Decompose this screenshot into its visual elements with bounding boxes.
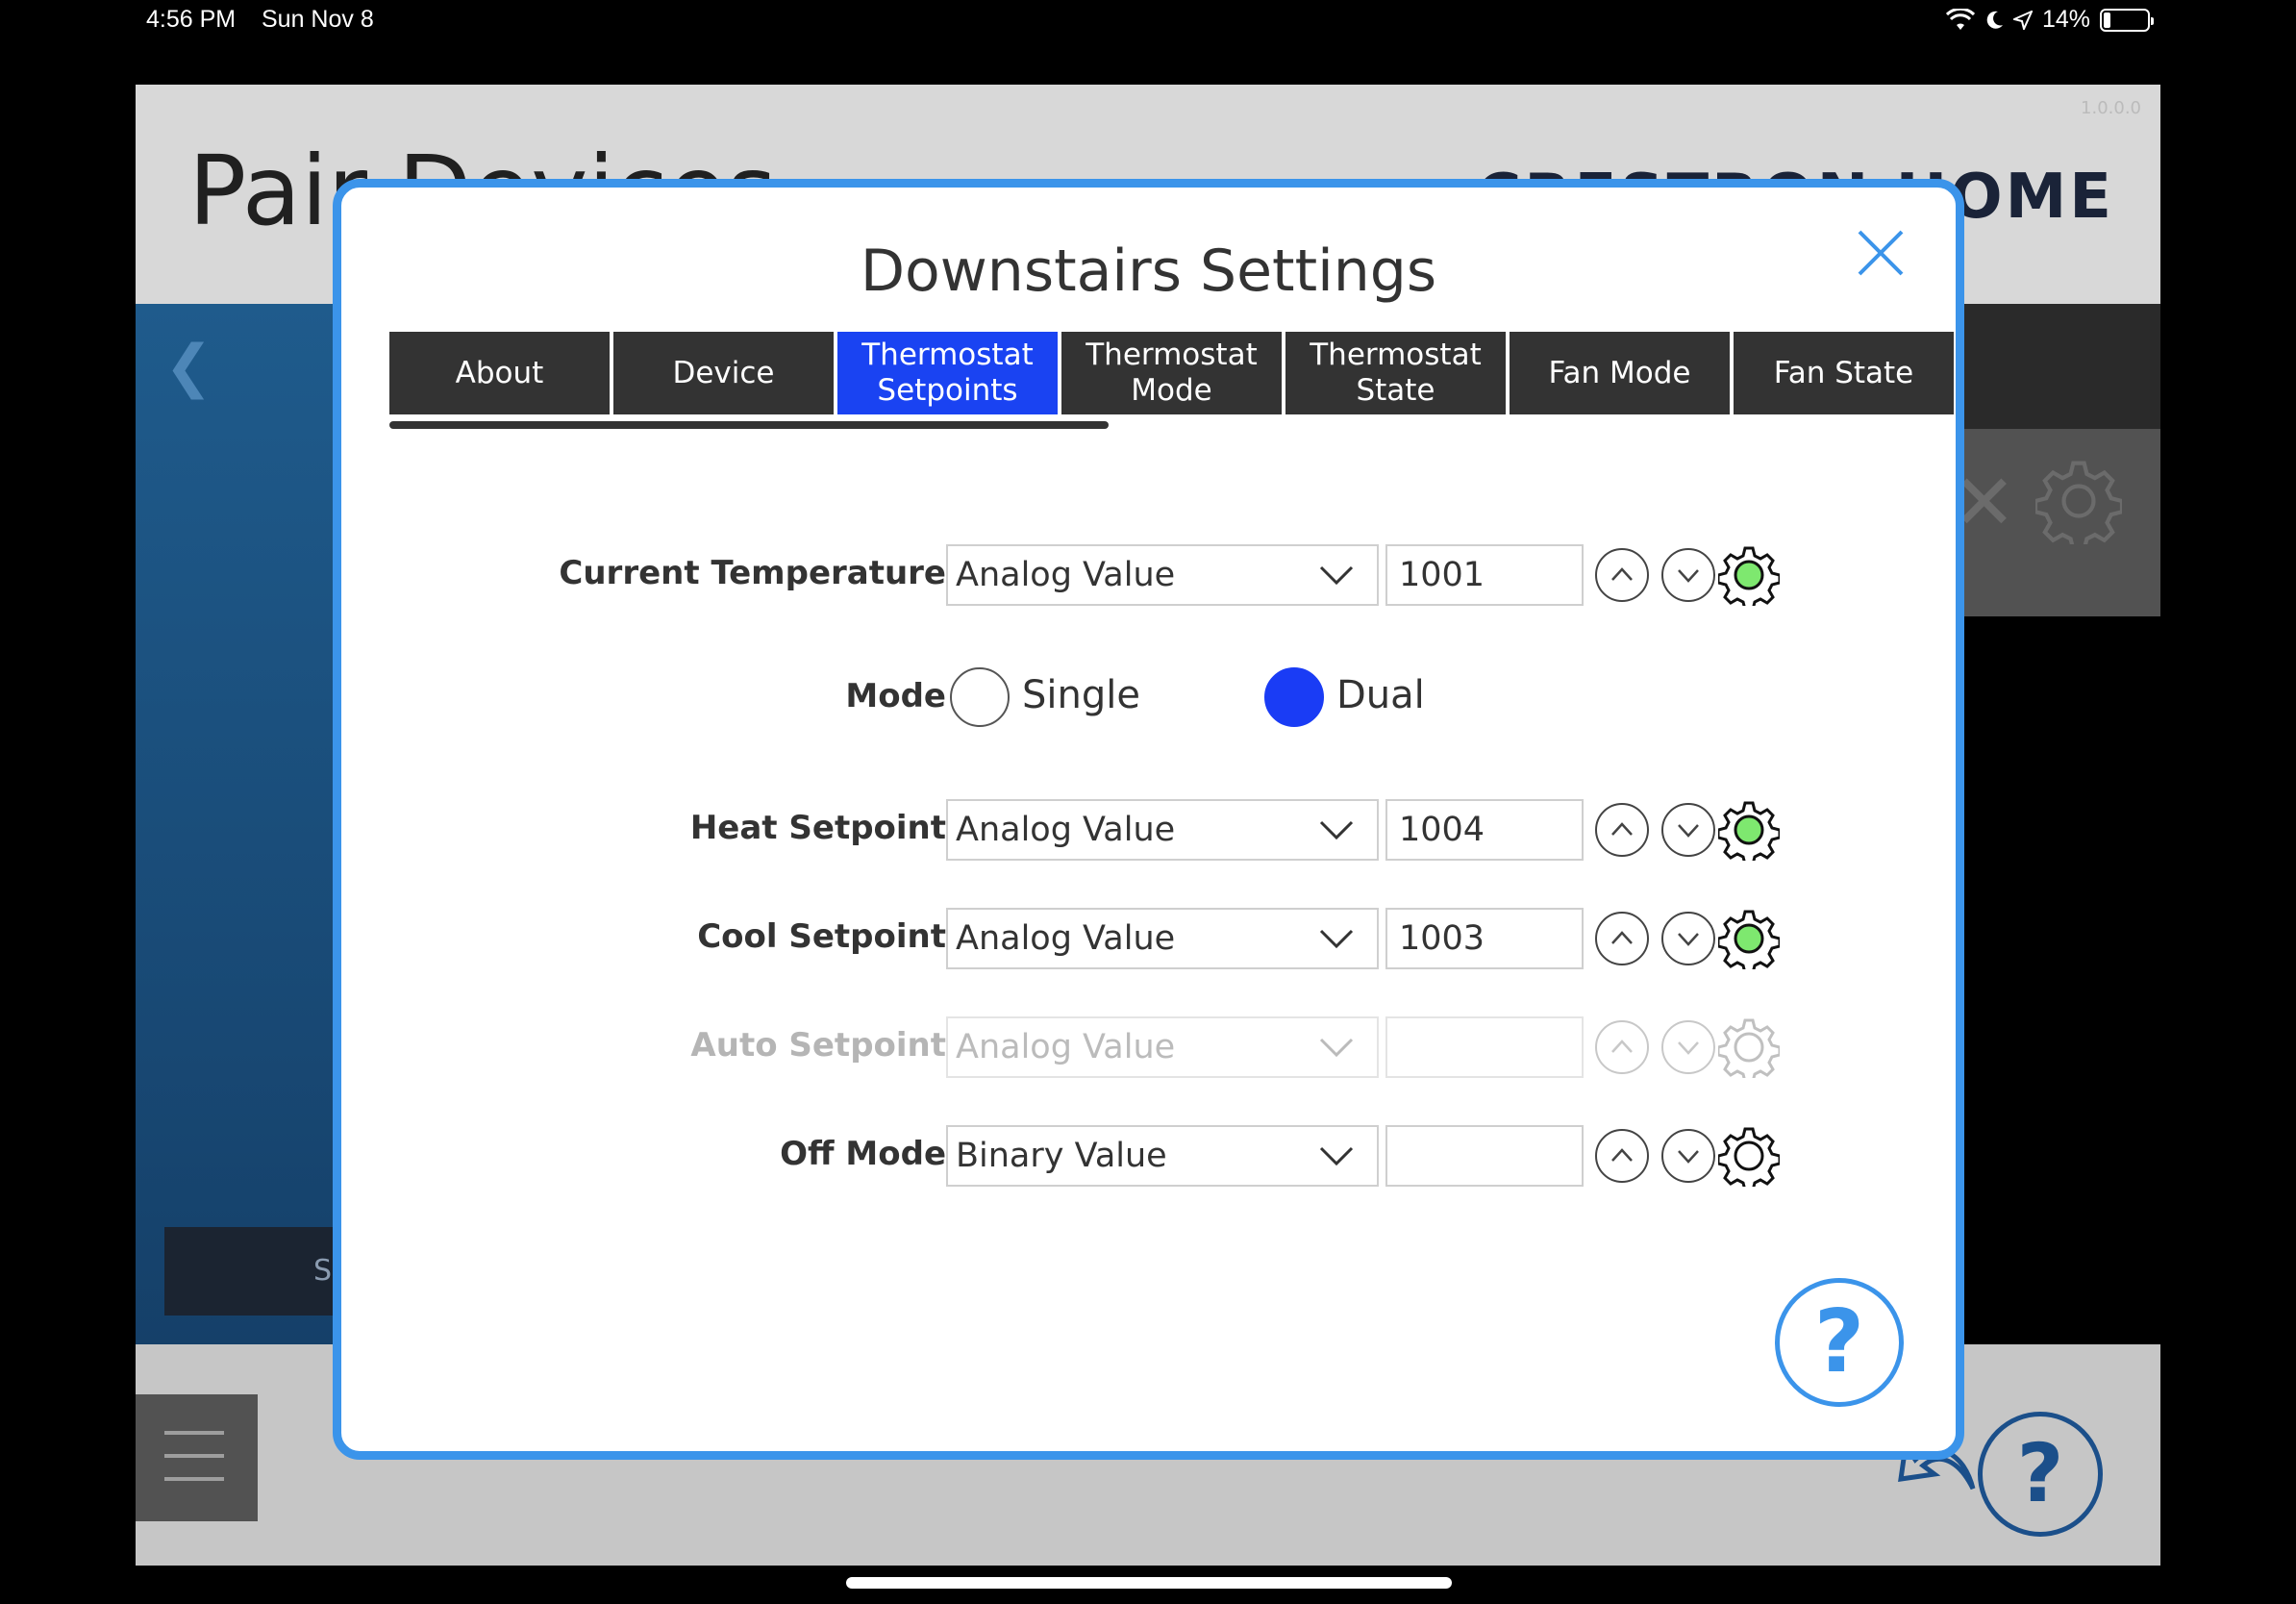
battery-percent: 14%	[2041, 6, 2090, 33]
tab-fan-state[interactable]: Fan State	[1734, 332, 1954, 414]
home-indicator[interactable]	[846, 1577, 1452, 1589]
radio-dual-label: Dual	[1336, 673, 1425, 717]
select-value: Analog Value	[956, 811, 1176, 849]
chevron-down-icon	[1319, 929, 1354, 949]
dialog-title: Downstairs Settings	[860, 238, 1437, 305]
tab-fan-mode[interactable]: Fan Mode	[1510, 332, 1730, 414]
app-version: 1.0.0.0	[2081, 98, 2141, 118]
gear-icon	[1718, 1018, 1780, 1078]
decrement-icon	[1661, 1020, 1715, 1074]
settings-dialog: Downstairs Settings About Device Thermos…	[333, 179, 1964, 1460]
tab-thermostat-mode[interactable]: Thermostat Mode	[1061, 332, 1282, 414]
chevron-down-icon	[1319, 1038, 1354, 1058]
close-icon[interactable]	[1854, 226, 1908, 280]
row-auto-setpoint: Auto Setpoint Analog Value	[341, 1016, 1956, 1078]
status-indicators: 14%	[1945, 6, 2154, 34]
decrement-icon[interactable]	[1660, 801, 1717, 859]
row-label: Auto Setpoint	[690, 1026, 946, 1065]
type-select[interactable]: Analog Value	[946, 799, 1379, 861]
gear-icon[interactable]	[1718, 799, 1780, 861]
gear-icon[interactable]	[1718, 1125, 1780, 1187]
type-select[interactable]: Analog Value	[946, 908, 1379, 969]
radio-dual[interactable]	[1264, 667, 1324, 727]
decrement-icon[interactable]	[1660, 910, 1717, 967]
tab-about[interactable]: About	[389, 332, 610, 414]
status-bar: 4:56 PM Sun Nov 8 14%	[0, 0, 2296, 40]
row-mode: Mode Single Dual	[341, 667, 1956, 729]
instance-input[interactable]: 1003	[1385, 908, 1584, 969]
wifi-icon	[1945, 8, 1975, 30]
location-icon	[2012, 10, 2033, 30]
tab-device[interactable]: Device	[613, 332, 834, 414]
battery-icon	[2100, 8, 2154, 32]
gear-icon[interactable]	[1718, 908, 1780, 969]
instance-input	[1385, 1016, 1584, 1078]
tab-thermostat-state[interactable]: Thermostat State	[1285, 332, 1506, 414]
moon-icon	[1986, 11, 2003, 29]
type-select[interactable]: Binary Value	[946, 1125, 1379, 1187]
chevron-down-icon	[1319, 1146, 1354, 1166]
decrement-icon[interactable]	[1660, 1127, 1717, 1185]
chevron-down-icon	[1319, 565, 1354, 586]
row-off-mode: Off Mode Binary Value	[341, 1125, 1956, 1187]
radio-single[interactable]	[950, 667, 1010, 727]
tab-bar: About Device Thermostat Setpoints Thermo…	[389, 332, 1954, 414]
decrement-icon[interactable]	[1660, 546, 1717, 604]
row-label: Off Mode	[780, 1135, 946, 1173]
mode-label: Mode	[845, 677, 946, 715]
row-heat-setpoint: Heat Setpoint Analog Value 1004	[341, 799, 1956, 861]
row-label: Cool Setpoint	[697, 917, 946, 956]
row-cool-setpoint: Cool Setpoint Analog Value 1003	[341, 908, 1956, 969]
increment-icon	[1595, 1020, 1649, 1074]
select-value: Analog Value	[956, 556, 1176, 594]
tab-scrollbar[interactable]	[389, 421, 1109, 429]
instance-input[interactable]	[1385, 1125, 1584, 1187]
increment-icon[interactable]	[1593, 801, 1651, 859]
type-select[interactable]: Analog Value	[946, 544, 1379, 606]
menu-icon[interactable]	[136, 1394, 258, 1521]
status-date: Sun Nov 8	[262, 6, 374, 33]
select-value: Binary Value	[956, 1137, 1167, 1175]
row-label: Heat Setpoint	[689, 809, 946, 847]
gear-icon[interactable]	[1718, 544, 1780, 606]
instance-input[interactable]: 1001	[1385, 544, 1584, 606]
row-label: Current Temperature	[559, 554, 946, 592]
increment-icon[interactable]	[1593, 546, 1651, 604]
chevron-down-icon	[1319, 820, 1354, 840]
help-icon[interactable]: ?	[1775, 1278, 1904, 1407]
increment-icon[interactable]	[1593, 910, 1651, 967]
status-time: 4:56 PM	[146, 6, 237, 33]
app-help-icon[interactable]: ?	[1978, 1412, 2103, 1537]
increment-icon[interactable]	[1593, 1127, 1651, 1185]
back-chevron-icon[interactable]: ❮	[164, 333, 212, 400]
app-right-bar	[1930, 304, 2160, 429]
type-select: Analog Value	[946, 1016, 1379, 1078]
radio-single-label: Single	[1022, 673, 1140, 717]
select-value: Analog Value	[956, 1028, 1176, 1066]
instance-input[interactable]: 1004	[1385, 799, 1584, 861]
select-value: Analog Value	[956, 919, 1176, 958]
tab-thermostat-setpoints[interactable]: Thermostat Setpoints	[837, 332, 1058, 414]
app-gear-icon[interactable]	[2035, 458, 2122, 544]
row-current-temperature: Current Temperature Analog Value 1001	[341, 544, 1956, 606]
